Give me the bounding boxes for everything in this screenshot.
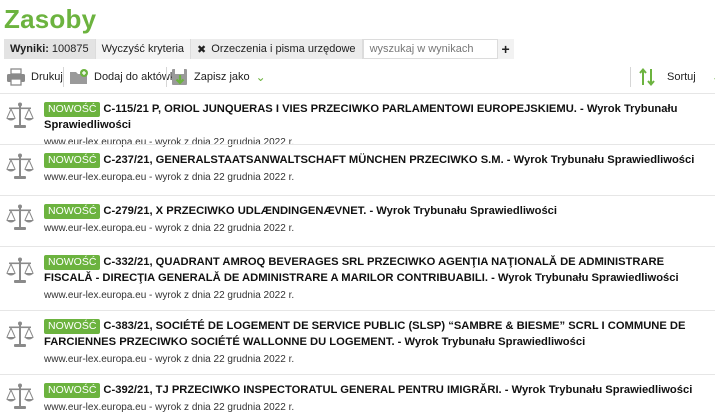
item-heading[interactable]: NOWOŚĆ C-392/21, TJ PRZECIWKO INSPECTORAT… <box>44 382 711 398</box>
item-title[interactable]: C-115/21 P, ORIOL JUNQUERAS I VIES PRZEC… <box>44 103 677 131</box>
clear-criteria-button[interactable]: Wyczyść kryteria <box>95 39 192 59</box>
search-in-results-input[interactable]: wyszukaj w wynikach <box>362 39 498 59</box>
list-item[interactable]: NOWOŚĆ C-332/21, QUADRANT AMROQ BEVERAGES… <box>0 246 715 310</box>
list-item-content: NOWOŚĆ C-115/21 P, ORIOL JUNQUERAS I VIES… <box>44 101 711 148</box>
list-item-content: NOWOŚĆ C-332/21, QUADRANT AMROQ BEVERAGES… <box>44 254 711 301</box>
results-number: 100875 <box>51 43 89 55</box>
print-label: Drukuj <box>31 71 63 83</box>
list-item[interactable]: NOWOŚĆ C-279/21, X PRZECIWKO UDLÆNDINGENÆ… <box>0 195 715 246</box>
scales-of-justice-icon <box>6 153 34 179</box>
save-download-icon <box>172 69 187 85</box>
list-item-content: NOWOŚĆ C-279/21, X PRZECIWKO UDLÆNDINGENÆ… <box>44 203 711 234</box>
item-heading[interactable]: NOWOŚĆ C-279/21, X PRZECIWKO UDLÆNDINGENÆ… <box>44 203 711 219</box>
item-meta: www.eur-lex.europa.eu - wyrok z dnia 22 … <box>44 172 295 183</box>
toolbar: Drukuj Dodaj do aktówki Zapisz jako ⌄ So… <box>0 63 715 91</box>
list-item-content: NOWOŚĆ C-392/21, TJ PRZECIWKO INSPECTORAT… <box>44 382 711 413</box>
item-meta: www.eur-lex.europa.eu - wyrok z dnia 22 … <box>44 402 295 413</box>
sort-button[interactable]: Sortuj ⌄ <box>638 66 715 88</box>
list-item[interactable]: NOWOŚĆ C-392/21, TJ PRZECIWKO INSPECTORAT… <box>0 374 715 420</box>
item-title[interactable]: C-237/21, GENERALSTAATSANWALTSCHAFT MÜNC… <box>103 154 694 166</box>
item-heading[interactable]: NOWOŚĆ C-383/21, SOCIÉTÉ DE LOGEMENT DE S… <box>44 318 711 350</box>
add-search-button[interactable]: + <box>497 39 514 59</box>
list-item[interactable]: NOWOŚĆ C-115/21 P, ORIOL JUNQUERAS I VIES… <box>0 93 715 148</box>
new-badge: NOWOŚĆ <box>44 102 101 117</box>
scales-of-justice-icon <box>6 321 34 347</box>
page-title: Zasoby <box>4 4 97 34</box>
item-title[interactable]: C-392/21, TJ PRZECIWKO INSPECTORATUL GEN… <box>103 384 692 396</box>
new-badge: NOWOŚĆ <box>44 319 101 334</box>
save-as-label: Zapisz jako <box>194 71 250 83</box>
folder-add-icon <box>70 69 88 84</box>
add-to-briefcase-button[interactable]: Dodaj do aktówki <box>69 66 178 88</box>
item-title[interactable]: C-279/21, X PRZECIWKO UDLÆNDINGENÆVNET. … <box>103 205 557 217</box>
save-as-button[interactable]: Zapisz jako ⌄ <box>171 66 266 88</box>
scales-of-justice-icon <box>6 257 34 283</box>
results-label: Wyniki: <box>10 43 49 55</box>
filter-chip-label: Orzeczenia i pisma urzędowe <box>211 43 356 55</box>
print-button[interactable]: Drukuj <box>6 66 63 88</box>
list-item[interactable]: NOWOŚĆ C-383/21, SOCIÉTÉ DE LOGEMENT DE S… <box>0 310 715 374</box>
remove-filter-icon[interactable]: ✖ <box>197 43 206 56</box>
item-title[interactable]: C-383/21, SOCIÉTÉ DE LOGEMENT DE SERVICE… <box>44 320 685 348</box>
filter-chip[interactable]: ✖ Orzeczenia i pisma urzędowe <box>191 39 363 59</box>
item-meta: www.eur-lex.europa.eu - wyrok z dnia 22 … <box>44 354 295 365</box>
scales-of-justice-icon <box>6 102 34 128</box>
item-title[interactable]: C-332/21, QUADRANT AMROQ BEVERAGES SRL P… <box>44 256 679 284</box>
item-meta: www.eur-lex.europa.eu - wyrok z dnia 22 … <box>44 223 295 234</box>
item-heading[interactable]: NOWOŚĆ C-115/21 P, ORIOL JUNQUERAS I VIES… <box>44 101 711 133</box>
scales-of-justice-icon <box>6 204 34 230</box>
new-badge: NOWOŚĆ <box>44 255 101 270</box>
new-badge: NOWOŚĆ <box>44 204 101 219</box>
sort-label: Sortuj <box>667 71 696 83</box>
item-meta: www.eur-lex.europa.eu - wyrok z dnia 22 … <box>44 290 295 301</box>
chevron-down-icon: ⌄ <box>255 70 266 84</box>
list-item[interactable]: NOWOŚĆ C-237/21, GENERALSTAATSANWALTSCHAF… <box>0 144 715 195</box>
item-heading[interactable]: NOWOŚĆ C-237/21, GENERALSTAATSANWALTSCHAF… <box>44 152 711 168</box>
sort-arrows-icon <box>639 67 655 87</box>
item-heading[interactable]: NOWOŚĆ C-332/21, QUADRANT AMROQ BEVERAGES… <box>44 254 711 286</box>
list-item-content: NOWOŚĆ C-237/21, GENERALSTAATSANWALTSCHAF… <box>44 152 711 183</box>
new-badge: NOWOŚĆ <box>44 153 101 168</box>
list-item-content: NOWOŚĆ C-383/21, SOCIÉTÉ DE LOGEMENT DE S… <box>44 318 711 365</box>
printer-icon <box>7 68 25 86</box>
results-count: Wyniki: 100875 <box>4 39 96 59</box>
new-badge: NOWOŚĆ <box>44 383 101 398</box>
scales-of-justice-icon <box>6 383 34 409</box>
filter-bar: Wyniki: 100875 Wyczyść kryteria ✖ Orzecz… <box>4 39 514 59</box>
